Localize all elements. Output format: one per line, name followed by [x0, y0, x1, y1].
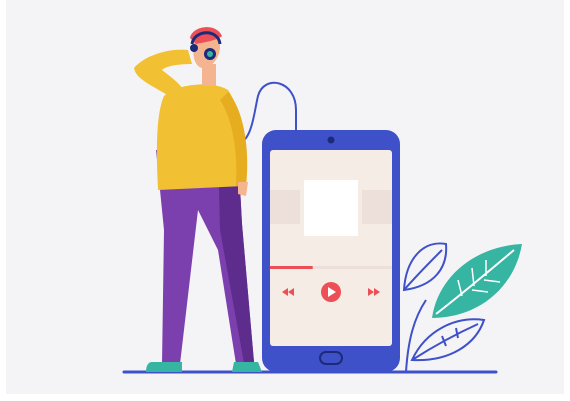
person-listening [134, 27, 262, 372]
outline-leaf-lower [410, 318, 486, 362]
play-button[interactable] [321, 282, 341, 302]
plant-stem [405, 299, 427, 373]
album-cover-left [270, 190, 300, 224]
album-cover-right [362, 190, 392, 224]
progress-fill [270, 266, 313, 269]
music-illustration [122, 27, 522, 374]
smartphone [262, 130, 400, 372]
illustration-canvas [6, 0, 564, 394]
phone-camera [327, 136, 335, 144]
hand [238, 182, 248, 196]
phone-screen [270, 150, 392, 346]
image-frame [0, 0, 570, 401]
raised-arm [134, 49, 192, 98]
right-shoe [232, 362, 262, 372]
album-cover-center [304, 180, 358, 236]
outline-leaf-upper [402, 242, 448, 292]
left-shoe [146, 362, 182, 372]
